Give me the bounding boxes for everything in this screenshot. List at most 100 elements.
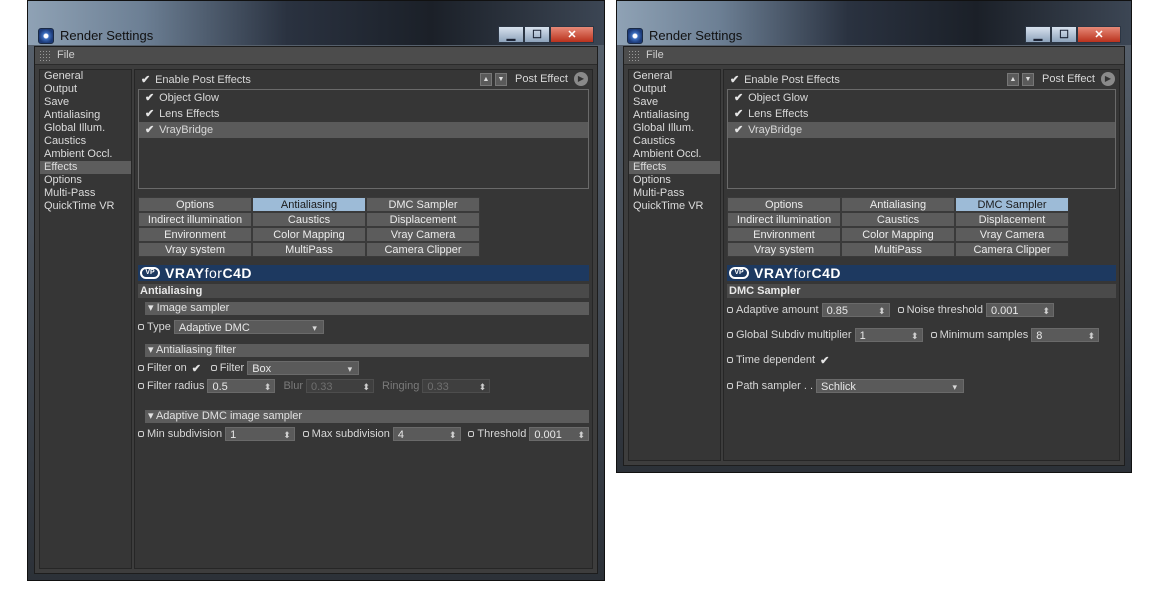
sidebar-item-save[interactable]: Save [629,96,720,109]
noise-threshold-input[interactable]: 0.001 ⬍ [986,303,1054,317]
check-icon[interactable]: ✔ [145,90,156,106]
sidebar-item-multi-pass[interactable]: Multi-Pass [40,187,131,200]
close-button[interactable]: ✕ [550,26,594,43]
sidebar-item-caustics[interactable]: Caustics [629,135,720,148]
tab-environment[interactable]: Environment [727,227,841,242]
minimize-button[interactable]: ▁ [1025,26,1051,43]
tab-camera-clipper[interactable]: Camera Clipper [955,242,1069,257]
title-bar[interactable]: Render Settings ▁ ☐ ✕ [617,1,1131,45]
menu-file[interactable]: File [646,49,664,61]
row-subdiv-samples: Global Subdiv multiplier 1 ⬍ Minimum samp… [727,327,1116,343]
maximize-button[interactable]: ☐ [1051,26,1077,43]
group-adaptive-dmc[interactable]: ▾ Adaptive DMC image sampler [145,410,589,423]
list-item[interactable]: ✔ Object Glow [139,90,588,106]
group-antialiasing-filter[interactable]: ▾ Antialiasing filter [145,344,589,357]
sidebar-item-general[interactable]: General [40,70,131,83]
move-up-icon[interactable]: ▲ [1007,72,1019,86]
tab-displacement[interactable]: Displacement [955,212,1069,227]
tab-environment[interactable]: Environment [138,227,252,242]
close-button[interactable]: ✕ [1077,26,1121,43]
tab-antialiasing[interactable]: Antialiasing [252,197,366,212]
tab-indirect-illumination[interactable]: Indirect illumination (GI) [727,212,841,241]
tab-dmc-sampler[interactable]: DMC Sampler [955,197,1069,212]
tab-options[interactable]: Options [727,197,841,212]
adaptive-amount-input[interactable]: 0.85 ⬍ [821,303,890,317]
move-down-icon[interactable]: ▼ [495,72,507,86]
check-icon[interactable]: ✔ [734,106,745,122]
global-subdiv-input[interactable]: 1 ⬍ [854,328,923,342]
grip-icon[interactable] [628,50,639,61]
tab-multipass[interactable]: MultiPass [252,242,366,257]
sidebar-item-antialiasing[interactable]: Antialiasing [629,109,720,122]
check-icon[interactable]: ✔ [734,90,745,106]
post-effect-menu-button[interactable]: ▶ [574,72,588,86]
tab-vray-camera[interactable]: Vray Camera [955,227,1069,242]
sidebar-item-general[interactable]: General [629,70,720,83]
sidebar-item-ambient-occl[interactable]: Ambient Occl. [629,148,720,161]
tab-caustics[interactable]: Caustics [841,212,955,227]
filter-dropdown[interactable]: Box ▾ [247,361,360,375]
time-dependent-checkbox[interactable]: ✔ [820,354,831,367]
tab-antialiasing[interactable]: Antialiasing [841,197,955,212]
path-sampler-dropdown[interactable]: Schlick ▾ [816,379,965,393]
tab-camera-clipper[interactable]: Camera Clipper [366,242,480,257]
minimize-button[interactable]: ▁ [498,26,524,43]
sidebar-item-global-illum[interactable]: Global Illum. [40,122,131,135]
chevron-down-icon: ▾ [347,364,353,374]
sidebar-item-quicktime-vr[interactable]: QuickTime VR [40,200,131,213]
tab-caustics[interactable]: Caustics [252,212,366,227]
list-item[interactable]: ✔ Lens Effects [139,106,588,122]
move-down-icon[interactable]: ▼ [1022,72,1034,86]
type-dropdown[interactable]: Adaptive DMC ▾ [173,320,324,334]
list-item-label: Lens Effects [748,108,809,120]
filter-on-checkbox[interactable]: ✔ [192,362,203,375]
sidebar-item-antialiasing[interactable]: Antialiasing [40,109,131,122]
sidebar-item-output[interactable]: Output [629,83,720,96]
threshold-input[interactable]: 0.001 ⬍ [529,427,589,441]
tab-options[interactable]: Options [138,197,252,212]
tab-vray-system[interactable]: Vray system [727,242,841,257]
tab-color-mapping[interactable]: Color Mapping [252,227,366,242]
sidebar-item-ambient-occl[interactable]: Ambient Occl. [40,148,131,161]
sidebar-item-effects[interactable]: Effects [629,161,720,174]
enable-post-effects-checkbox[interactable]: ✔ Enable Post Effects [730,73,840,86]
ringing-input[interactable]: 0.33 ⬍ [422,379,491,393]
max-subdivision-input[interactable]: 4 ⬍ [392,427,461,441]
maximize-button[interactable]: ☐ [524,26,550,43]
sidebar-item-options[interactable]: Options [40,174,131,187]
effects-panel: ✔ Enable Post Effects ▲ ▼ Post Effect ▶ … [723,69,1120,461]
sidebar-item-save[interactable]: Save [40,96,131,109]
list-item[interactable]: ✔ Lens Effects [728,106,1115,122]
menu-file[interactable]: File [57,49,75,61]
tab-displacement[interactable]: Displacement [366,212,480,227]
move-up-icon[interactable]: ▲ [480,72,492,86]
post-effect-menu-button[interactable]: ▶ [1101,72,1115,86]
check-icon[interactable]: ✔ [145,122,156,138]
sidebar-item-output[interactable]: Output [40,83,131,96]
minimum-samples-input[interactable]: 8 ⬍ [1031,328,1100,342]
tab-multipass[interactable]: MultiPass [841,242,955,257]
check-icon[interactable]: ✔ [145,106,156,122]
sidebar-item-options[interactable]: Options [629,174,720,187]
tab-vray-system[interactable]: Vray system [138,242,252,257]
grip-icon[interactable] [39,50,50,61]
sidebar-item-caustics[interactable]: Caustics [40,135,131,148]
list-item[interactable]: ✔ Object Glow [728,90,1115,106]
tab-dmc-sampler[interactable]: DMC Sampler [366,197,480,212]
blur-input[interactable]: 0.33 ⬍ [306,379,375,393]
filter-radius-input[interactable]: 0.5 ⬍ [207,379,276,393]
sidebar-item-effects[interactable]: Effects [40,161,131,174]
sidebar-item-quicktime-vr[interactable]: QuickTime VR [629,200,720,213]
tab-color-mapping[interactable]: Color Mapping [841,227,955,242]
tab-vray-camera[interactable]: Vray Camera [366,227,480,242]
enable-post-effects-checkbox[interactable]: ✔ Enable Post Effects [141,73,251,86]
sidebar-item-multi-pass[interactable]: Multi-Pass [629,187,720,200]
list-item-selected[interactable]: ✔ VrayBridge [139,122,588,138]
tab-indirect-illumination[interactable]: Indirect illumination (GI) [138,212,252,241]
group-image-sampler[interactable]: ▾ Image sampler [145,302,589,315]
title-bar[interactable]: Render Settings ▁ ☐ ✕ [28,1,604,45]
sidebar-item-global-illum[interactable]: Global Illum. [629,122,720,135]
check-icon[interactable]: ✔ [734,122,745,138]
list-item-selected[interactable]: ✔ VrayBridge [728,122,1115,138]
min-subdivision-input[interactable]: 1 ⬍ [225,427,295,441]
